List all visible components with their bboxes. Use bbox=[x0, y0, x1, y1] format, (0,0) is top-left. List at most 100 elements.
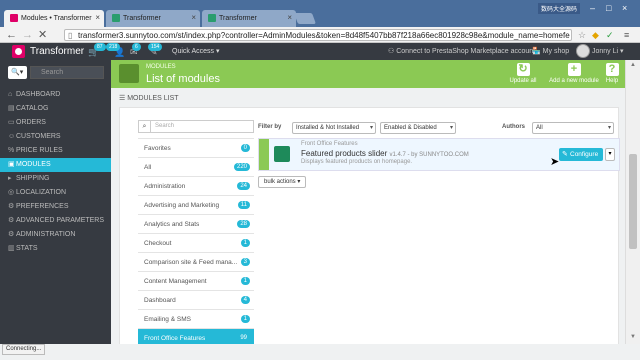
scrollbar-thumb[interactable] bbox=[629, 154, 637, 249]
category-count: 24 bbox=[237, 182, 250, 190]
sidebar-item-administration[interactable]: ⚙ ADMINISTRATION bbox=[0, 228, 111, 242]
filter-by-label: Filter by bbox=[258, 124, 282, 130]
category-advertising[interactable]: Advertising and Marketing 11 bbox=[138, 195, 254, 214]
sidebar-item-dashboard[interactable]: ⌂ DASHBOARD bbox=[0, 88, 111, 102]
category-all[interactable]: All 220 bbox=[138, 157, 254, 176]
price-rules-icon: % bbox=[8, 147, 15, 154]
sidebar-item-label: ORDERS bbox=[16, 119, 46, 126]
search-icon: ⌕ bbox=[139, 121, 151, 132]
mouse-cursor-icon: ➤ bbox=[550, 156, 560, 168]
search-input[interactable]: Search bbox=[30, 66, 104, 79]
catalog-icon: ▤ bbox=[8, 105, 15, 112]
category-count: 28 bbox=[237, 220, 250, 228]
sidebar-item-modules[interactable]: ▣MODULES bbox=[0, 158, 111, 172]
maximize-icon[interactable]: □ bbox=[606, 3, 611, 13]
tab-title: Modules • Transformer bbox=[21, 14, 92, 22]
address-bar[interactable]: ▯ transformer3.sunnytoo.com/st/index.php?… bbox=[64, 29, 572, 41]
category-label: Dashboard bbox=[144, 297, 176, 304]
drag-handle[interactable] bbox=[259, 139, 269, 170]
breadcrumb[interactable]: MODULES bbox=[146, 64, 176, 70]
category-comparison[interactable]: Comparison site & Feed mana... 3 bbox=[138, 252, 254, 271]
sidebar-item-shipping[interactable]: ▸ SHIPPING bbox=[0, 172, 111, 186]
module-logo-icon bbox=[274, 146, 290, 162]
menu-icon[interactable]: ≡ bbox=[624, 30, 629, 40]
new-tab-button[interactable] bbox=[293, 13, 317, 24]
quick-access-menu[interactable]: Quick Access ▾ bbox=[172, 47, 219, 55]
tab-transformer-2[interactable]: Transformer × bbox=[202, 10, 296, 27]
forward-icon[interactable]: → bbox=[22, 28, 33, 42]
tab-close-icon[interactable]: × bbox=[191, 13, 196, 22]
shipping-icon: ▸ bbox=[8, 175, 12, 182]
category-emailing[interactable]: Emailing & SMS 1 bbox=[138, 309, 254, 328]
module-row: Front Office Features Featured products … bbox=[258, 138, 620, 171]
sidebar-item-preferences[interactable]: ⚙ PREFERENCES bbox=[0, 200, 111, 214]
update-all-label: Update all bbox=[509, 78, 537, 84]
help-button[interactable]: ? Help bbox=[597, 63, 627, 84]
browser-toolbar: ← → ✕ ▯ transformer3.sunnytoo.com/st/inde… bbox=[0, 27, 640, 43]
star-icon[interactable]: ☆ bbox=[578, 30, 586, 40]
marketplace-connect-link[interactable]: ⚇ Connect to PrestaShop Marketplace acco… bbox=[388, 47, 535, 55]
minimize-icon[interactable]: – bbox=[590, 3, 595, 13]
authors-select[interactable]: All bbox=[532, 122, 614, 134]
browser-title-bar: Modules • Transformer × Transformer × Tran… bbox=[0, 0, 640, 27]
sidebar-item-label: PREFERENCES bbox=[16, 203, 69, 210]
sidebar-item-advanced-parameters[interactable]: ⚙ ADVANCED PARAMETERS bbox=[0, 214, 111, 228]
category-label: Content Management bbox=[144, 278, 207, 285]
main-content: MODULES List of modules ↻ Update all + Add… bbox=[111, 60, 625, 347]
update-all-button[interactable]: ↻ Update all bbox=[503, 63, 543, 84]
module-actions-dropdown[interactable]: ▾ bbox=[605, 148, 615, 161]
category-content-management[interactable]: Content Management 1 bbox=[138, 271, 254, 290]
admin-sidebar: 🔍▾ Search ⌂ DASHBOARD ▤CATALOG ▭ORDERS ☺C… bbox=[0, 60, 111, 344]
tab-modules[interactable]: Modules • Transformer × bbox=[4, 10, 104, 27]
extension-check-icon[interactable]: ✓ bbox=[606, 30, 614, 40]
category-administration[interactable]: Administration 24 bbox=[138, 176, 254, 195]
prestashop-favicon-icon bbox=[10, 14, 18, 22]
install-filter-select[interactable]: Installed & Not Installed bbox=[292, 122, 376, 134]
sidebar-item-localization[interactable]: ◎ LOCALIZATION bbox=[0, 186, 111, 200]
tab-close-icon[interactable]: × bbox=[95, 13, 100, 22]
tab-close-icon[interactable]: × bbox=[287, 13, 292, 22]
scroll-down-icon[interactable]: ▼ bbox=[630, 334, 636, 340]
add-module-button[interactable]: + Add a new module bbox=[545, 63, 603, 84]
page-title: List of modules bbox=[146, 73, 220, 85]
tab-transformer-1[interactable]: Transformer × bbox=[106, 10, 200, 27]
scroll-up-icon[interactable]: ▲ bbox=[630, 62, 636, 68]
stop-icon[interactable]: ✕ bbox=[38, 28, 47, 42]
page-icon: ▯ bbox=[68, 31, 73, 40]
sidebar-item-customers[interactable]: ☺CUSTOMERS bbox=[0, 130, 111, 144]
window-label: 数码大全源码 bbox=[537, 3, 580, 14]
dashboard-icon: ⌂ bbox=[8, 91, 13, 98]
close-window-icon[interactable]: × bbox=[622, 3, 627, 13]
shop-name[interactable]: Transformer bbox=[30, 45, 84, 58]
admin-top-bar: Transformer 🛒 87 👤 218 ✉ 6 ✎ 154 Quick A… bbox=[0, 43, 640, 60]
back-icon[interactable]: ← bbox=[6, 28, 17, 42]
avatar[interactable] bbox=[576, 44, 590, 58]
sidebar-item-label: DASHBOARD bbox=[16, 91, 61, 98]
search-type-select[interactable]: 🔍▾ bbox=[8, 66, 27, 79]
category-label: Checkout bbox=[144, 240, 172, 247]
extension-icon[interactable]: ◆ bbox=[592, 30, 599, 40]
category-checkout[interactable]: Checkout 1 bbox=[138, 233, 254, 252]
module-title: Featured products slider bbox=[301, 149, 388, 158]
configure-button[interactable]: Configure bbox=[559, 148, 603, 161]
category-count: 11 bbox=[237, 201, 250, 209]
prestashop-logo-icon bbox=[12, 45, 25, 58]
sidebar-item-orders[interactable]: ▭ORDERS bbox=[0, 116, 111, 130]
enabled-filter-select[interactable]: Enabled & Disabled bbox=[380, 122, 456, 134]
modules-icon: ▣ bbox=[8, 161, 15, 168]
category-search-input[interactable]: ⌕ Search bbox=[138, 120, 254, 133]
category-analytics[interactable]: Analytics and Stats 28 bbox=[138, 214, 254, 233]
sidebar-item-catalog[interactable]: ▤CATALOG bbox=[0, 102, 111, 116]
page-header: MODULES List of modules ↻ Update all + Add… bbox=[111, 60, 625, 88]
page-scrollbar[interactable]: ▲ ▼ bbox=[625, 60, 640, 344]
sidebar-item-stats[interactable]: ▥STATS bbox=[0, 242, 111, 256]
category-dashboard[interactable]: Dashboard 4 bbox=[138, 290, 254, 309]
category-favorites[interactable]: Favorites 0 bbox=[138, 138, 254, 157]
sidebar-menu: ⌂ DASHBOARD ▤CATALOG ▭ORDERS ☺CUSTOMERS %… bbox=[0, 88, 111, 256]
category-count: 3 bbox=[240, 258, 250, 266]
sidebar-item-price-rules[interactable]: % PRICE RULES bbox=[0, 144, 111, 158]
bulk-actions-button[interactable]: bulk actions ▾ bbox=[258, 176, 307, 188]
my-shop-label: My shop bbox=[542, 48, 570, 55]
my-shop-link[interactable]: 🏪 My shop bbox=[532, 47, 569, 55]
user-menu[interactable]: Jonny Li ▾ bbox=[592, 47, 624, 55]
